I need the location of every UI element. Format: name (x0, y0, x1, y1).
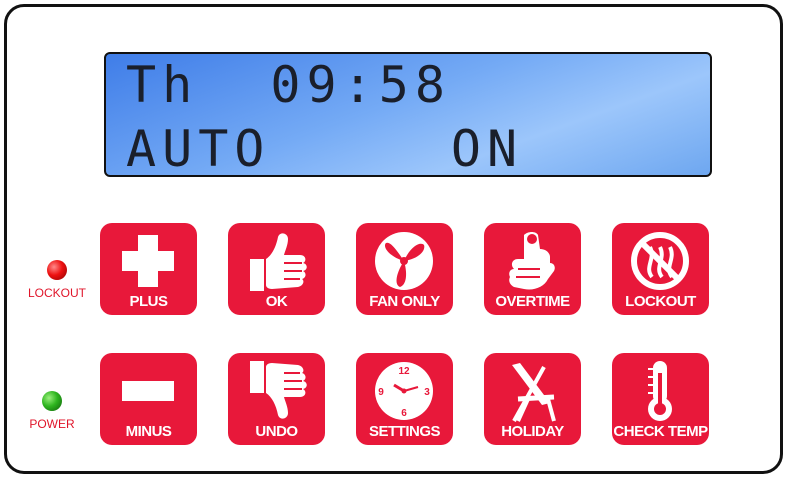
thumbs-down-icon (250, 361, 307, 419)
plus-button-label: PLUS (129, 293, 168, 310)
no-heat-icon (631, 232, 689, 290)
thermometer-icon (648, 361, 672, 421)
plus-icon (122, 235, 174, 287)
lockout-indicator: LOCKOUT (17, 260, 97, 300)
ok-button[interactable]: OK (228, 223, 325, 315)
clock-number-12: 12 (398, 366, 410, 377)
lcd-line-day-time: Th 09:58 (126, 56, 451, 114)
control-panel: Th 09:58 AUTO ON LOCKOUT POWER PLUS OK F… (4, 4, 783, 474)
deck-chair-icon (512, 363, 556, 422)
power-indicator: POWER (12, 391, 92, 431)
clock-number-9: 9 (378, 387, 384, 398)
holiday-button-label: HOLIDAY (501, 423, 564, 440)
lockout-button-label: LOCKOUT (625, 293, 696, 310)
power-indicator-label: POWER (29, 417, 75, 431)
fan-only-button[interactable]: FAN ONLY (356, 223, 453, 315)
undo-button-label: UNDO (255, 423, 298, 440)
lcd-display: Th 09:58 AUTO ON (104, 52, 712, 177)
fan-icon (375, 232, 433, 290)
holiday-button[interactable]: HOLIDAY (484, 353, 581, 445)
settings-button-label: SETTINGS (368, 423, 441, 440)
overtime-button[interactable]: OVERTIME (484, 223, 581, 315)
lockout-led (47, 260, 67, 280)
check-temp-button-label: CHECK TEMP (613, 423, 708, 440)
ok-button-label: OK (265, 293, 288, 310)
minus-button-label: MINUS (125, 423, 172, 440)
clock-number-6: 6 (401, 408, 407, 419)
settings-button[interactable]: 12 3 6 9 SETTINGS (356, 353, 453, 445)
power-led (42, 391, 62, 411)
minus-icon (122, 381, 174, 401)
clock-number-3: 3 (424, 387, 430, 398)
check-temp-button[interactable]: CHECK TEMP (612, 353, 709, 445)
pointing-hand-icon (509, 232, 555, 290)
lockout-indicator-label: LOCKOUT (27, 286, 86, 300)
minus-button[interactable]: MINUS (100, 353, 197, 445)
overtime-button-label: OVERTIME (495, 293, 570, 310)
undo-button[interactable]: UNDO (228, 353, 325, 445)
thumbs-up-icon (250, 233, 307, 291)
clock-icon: 12 3 6 9 (375, 362, 433, 420)
plus-button[interactable]: PLUS (100, 223, 197, 315)
lcd-line-mode-status: AUTO ON (126, 120, 524, 177)
fan-only-button-label: FAN ONLY (369, 293, 440, 310)
lockout-button[interactable]: LOCKOUT (612, 223, 709, 315)
